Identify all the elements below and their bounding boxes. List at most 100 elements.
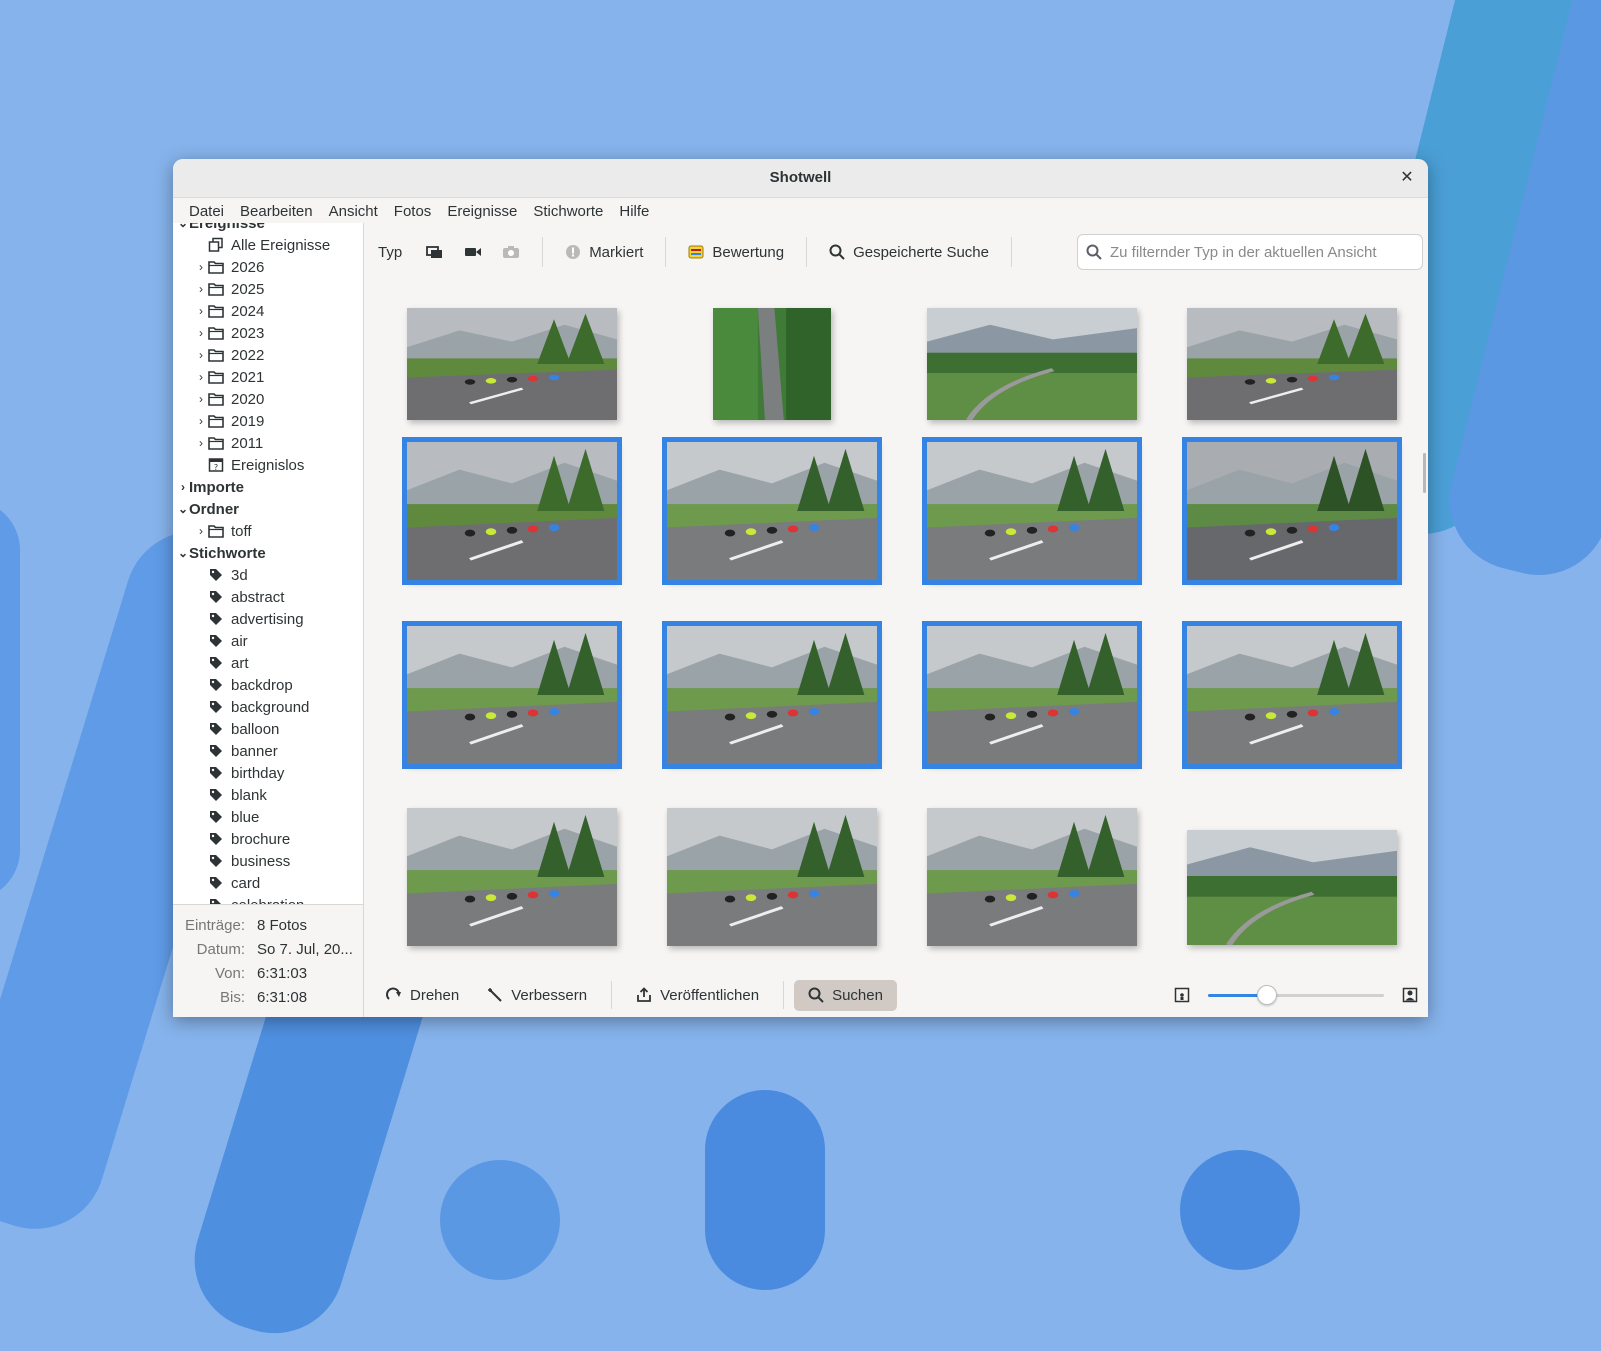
collapse-icon[interactable]: ⌄ bbox=[177, 502, 189, 516]
expand-icon[interactable]: › bbox=[195, 392, 207, 406]
sidebar-tag-balloon[interactable]: balloon bbox=[173, 718, 363, 740]
raw-filter-icon[interactable] bbox=[492, 245, 530, 259]
photo-thumbnail[interactable] bbox=[400, 801, 624, 953]
expand-icon[interactable]: › bbox=[195, 436, 207, 450]
photo-selected[interactable] bbox=[662, 437, 882, 585]
photo-thumbnail[interactable] bbox=[660, 281, 884, 427]
photo-thumbnail[interactable] bbox=[1180, 619, 1404, 771]
sidebar-event-year-2021[interactable]: › 2021 bbox=[173, 366, 363, 388]
photo-image[interactable] bbox=[407, 808, 617, 946]
sidebar-event-year-2026[interactable]: › 2026 bbox=[173, 256, 363, 278]
expand-icon[interactable]: › bbox=[195, 370, 207, 384]
sidebar-tag-business[interactable]: business bbox=[173, 850, 363, 872]
sidebar-tag-card[interactable]: card bbox=[173, 872, 363, 894]
photo-selected[interactable] bbox=[1182, 437, 1402, 585]
close-icon[interactable]: ✕ bbox=[1396, 167, 1418, 189]
photo-thumbnail[interactable] bbox=[920, 801, 1144, 953]
photo-image[interactable] bbox=[927, 808, 1137, 946]
zoom-in-icon[interactable] bbox=[1402, 987, 1418, 1003]
sidebar-tag-banner[interactable]: banner bbox=[173, 740, 363, 762]
sidebar-events-header[interactable]: ⌄ Ereignisse bbox=[173, 223, 363, 234]
photo-image[interactable] bbox=[407, 308, 617, 420]
photo-image[interactable] bbox=[1187, 308, 1397, 420]
sidebar-tag-3d[interactable]: 3d bbox=[173, 564, 363, 586]
expand-icon[interactable]: › bbox=[195, 524, 207, 538]
filter-input[interactable] bbox=[1108, 242, 1422, 262]
photo-image[interactable] bbox=[927, 308, 1137, 421]
photo-image[interactable] bbox=[1187, 830, 1397, 946]
photo-thumbnail[interactable] bbox=[660, 619, 884, 771]
photo-thumbnail[interactable] bbox=[1180, 801, 1404, 953]
photo-thumbnail[interactable] bbox=[400, 435, 624, 587]
photo-thumbnail[interactable] bbox=[920, 619, 1144, 771]
photo-thumbnail[interactable] bbox=[400, 619, 624, 771]
sidebar-tag-blank[interactable]: blank bbox=[173, 784, 363, 806]
sidebar-event-year-2022[interactable]: › 2022 bbox=[173, 344, 363, 366]
menu-fotos[interactable]: Fotos bbox=[386, 203, 440, 220]
expand-icon[interactable]: › bbox=[195, 282, 207, 296]
sidebar-tag-birthday[interactable]: birthday bbox=[173, 762, 363, 784]
menu-datei[interactable]: Datei bbox=[181, 203, 232, 220]
sidebar-event-year-2025[interactable]: › 2025 bbox=[173, 278, 363, 300]
expand-icon[interactable]: › bbox=[195, 348, 207, 362]
photo-image[interactable] bbox=[667, 808, 877, 946]
video-filter-icon[interactable] bbox=[454, 245, 492, 259]
sidebar-tag-blue[interactable]: blue bbox=[173, 806, 363, 828]
title-bar[interactable]: Shotwell ✕ bbox=[173, 159, 1428, 198]
sidebar-tag-abstract[interactable]: abstract bbox=[173, 586, 363, 608]
expand-icon[interactable]: › bbox=[195, 260, 207, 274]
sidebar-imports-header[interactable]: › Importe bbox=[173, 476, 363, 498]
zoom-slider-knob[interactable] bbox=[1257, 985, 1278, 1005]
sidebar-event-year-2024[interactable]: › 2024 bbox=[173, 300, 363, 322]
search-button[interactable]: Suchen bbox=[794, 979, 897, 1011]
zoom-out-icon[interactable] bbox=[1174, 987, 1190, 1003]
photo-selected[interactable] bbox=[922, 437, 1142, 585]
sidebar-folder-toff[interactable]: › toff bbox=[173, 520, 363, 542]
sidebar-event-year-2023[interactable]: › 2023 bbox=[173, 322, 363, 344]
expand-icon[interactable]: › bbox=[195, 304, 207, 318]
photo-thumbnail[interactable] bbox=[920, 281, 1144, 427]
publish-button[interactable]: Veröffentlichen bbox=[622, 980, 773, 1011]
sidebar-tag-air[interactable]: air bbox=[173, 630, 363, 652]
enhance-button[interactable]: Verbessern bbox=[473, 980, 601, 1011]
photo-thumbnail[interactable] bbox=[660, 801, 884, 953]
expand-icon[interactable]: › bbox=[195, 414, 207, 428]
menu-stichworte[interactable]: Stichworte bbox=[525, 203, 611, 220]
menu-ansicht[interactable]: Ansicht bbox=[321, 203, 386, 220]
photo-image[interactable] bbox=[713, 308, 831, 420]
photo-selected[interactable] bbox=[922, 621, 1142, 769]
menu-hilfe[interactable]: Hilfe bbox=[611, 203, 657, 220]
sidebar-event-year-2011[interactable]: › 2011 bbox=[173, 432, 363, 454]
sidebar-tag-art[interactable]: art bbox=[173, 652, 363, 674]
flagged-filter-button[interactable]: Markiert bbox=[555, 244, 653, 261]
expand-icon[interactable]: › bbox=[177, 480, 189, 494]
photo-selected[interactable] bbox=[1182, 621, 1402, 769]
photo-thumbnail[interactable] bbox=[1180, 281, 1404, 427]
sidebar-event-year-2020[interactable]: › 2020 bbox=[173, 388, 363, 410]
sidebar-tag-brochure[interactable]: brochure bbox=[173, 828, 363, 850]
saved-search-button[interactable]: Gespeicherte Suche bbox=[819, 244, 999, 261]
photos-filter-icon[interactable] bbox=[416, 244, 454, 260]
photo-selected[interactable] bbox=[402, 437, 622, 585]
menu-ereignisse[interactable]: Ereignisse bbox=[439, 203, 525, 220]
photo-selected[interactable] bbox=[402, 621, 622, 769]
zoom-slider[interactable] bbox=[1208, 985, 1384, 1005]
collapse-icon[interactable]: ⌄ bbox=[177, 223, 189, 230]
rotate-button[interactable]: Drehen bbox=[372, 980, 473, 1011]
photo-thumbnail[interactable] bbox=[1180, 435, 1404, 587]
sidebar-tag-background[interactable]: background bbox=[173, 696, 363, 718]
sidebar-all-events[interactable]: Alle Ereignisse bbox=[173, 234, 363, 256]
photo-thumbnail[interactable] bbox=[660, 435, 884, 587]
photo-thumbnail[interactable] bbox=[400, 281, 624, 427]
collapse-icon[interactable]: ⌄ bbox=[177, 546, 189, 560]
filter-search-box[interactable] bbox=[1077, 234, 1423, 270]
sidebar-tag-backdrop[interactable]: backdrop bbox=[173, 674, 363, 696]
sidebar-tags-header[interactable]: ⌄ Stichworte bbox=[173, 542, 363, 564]
sidebar-folders-header[interactable]: ⌄ Ordner bbox=[173, 498, 363, 520]
sidebar-tag-advertising[interactable]: advertising bbox=[173, 608, 363, 630]
sidebar-event-year-2019[interactable]: › 2019 bbox=[173, 410, 363, 432]
menu-bearbeiten[interactable]: Bearbeiten bbox=[232, 203, 321, 220]
rating-filter-button[interactable]: Bewertung bbox=[678, 244, 794, 261]
scrollbar[interactable] bbox=[1423, 453, 1426, 493]
expand-icon[interactable]: › bbox=[195, 326, 207, 340]
